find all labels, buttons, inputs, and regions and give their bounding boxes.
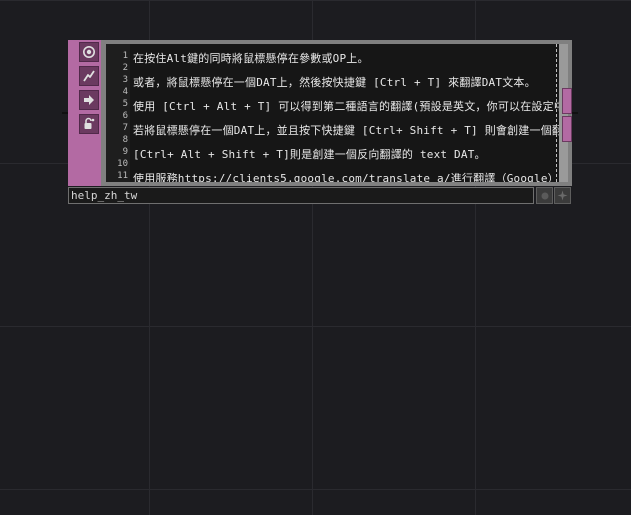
line-text: 在按住Alt鍵的同時將鼠標懸停在參數或OP上。 [133, 52, 369, 65]
line-number: 1 [122, 51, 128, 61]
wrap-guide [556, 44, 557, 182]
line-number: 6 [122, 111, 128, 121]
text-viewer[interactable]: 1 在按住Alt鍵的同時將鼠標懸停在參數或OP上。 2 3 或者，將鼠標懸停在一… [106, 44, 559, 182]
line-number: 11 [117, 171, 128, 181]
line-number: 7 [122, 123, 128, 133]
line-number: 8 [122, 135, 128, 145]
line-text: [Ctrl+ Alt + Shift + T]則是創建一個反向翻譯的 text … [133, 148, 486, 161]
node-sidebar [68, 40, 101, 186]
cook-flag-icon[interactable] [79, 66, 99, 86]
viewer-toggle-icon[interactable] [79, 42, 99, 62]
line-text: 若將鼠標懸停在一個DAT上，並且按下快捷鍵 [Ctrl+ Shift + T] … [133, 124, 559, 137]
lock-icon[interactable] [79, 114, 99, 134]
output-connector[interactable] [562, 88, 572, 114]
line-text: 使用 [Ctrl + Alt + T] 可以得到第二種語言的翻譯(預設是英文，你… [133, 100, 559, 113]
output-wire [572, 112, 578, 114]
line-number: 3 [122, 75, 128, 85]
bypass-flag-icon[interactable] [536, 187, 553, 204]
node-name-field[interactable]: help_zh_tw [68, 187, 534, 204]
line-text: 使用服務https://clients5.google.com/translat… [133, 172, 559, 182]
line-number: 4 [122, 87, 128, 97]
line-number: 9 [122, 147, 128, 157]
export-arrow-icon[interactable] [79, 90, 99, 110]
text-dat-node[interactable]: 1 在按住Alt鍵的同時將鼠標懸停在參數或OP上。 2 3 或者，將鼠標懸停在一… [62, 40, 578, 206]
node-name: help_zh_tw [71, 189, 138, 202]
display-flag-icon[interactable] [554, 187, 571, 204]
line-text: 或者，將鼠標懸停在一個DAT上，然後按快捷鍵 [Ctrl + T] 來翻譯DAT… [133, 76, 536, 89]
line-number: 10 [117, 159, 128, 169]
line-number: 5 [122, 99, 128, 109]
line-number: 2 [122, 63, 128, 73]
output-connector[interactable] [562, 116, 572, 142]
